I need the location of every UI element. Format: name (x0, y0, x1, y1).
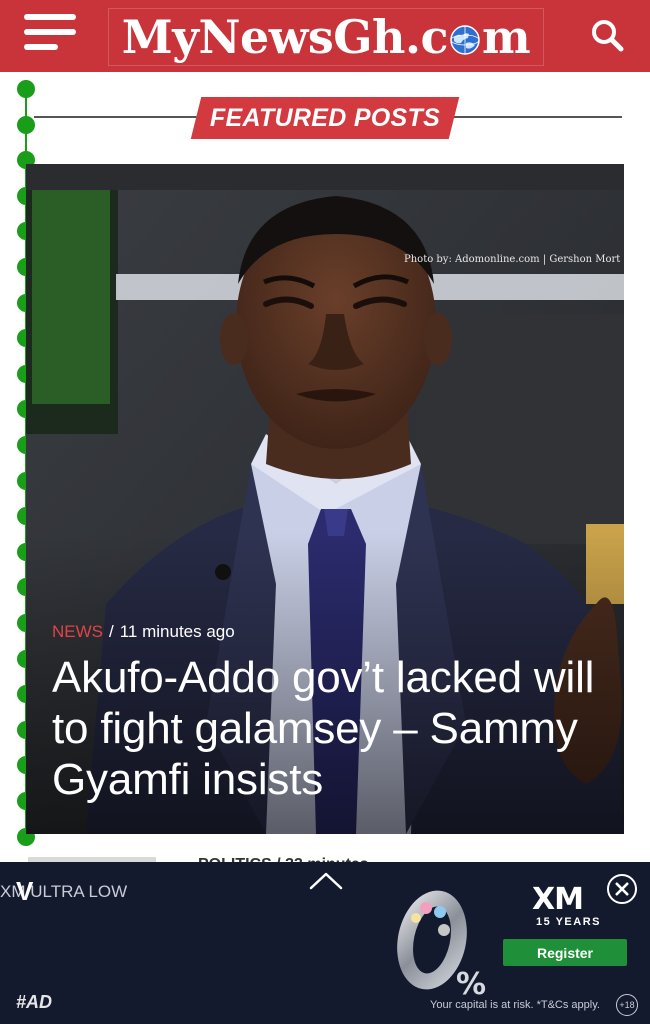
guide-dot (17, 80, 35, 98)
featured-posts-heading: FEATURED POSTS (209, 103, 441, 132)
site-header: MyNewsGh.c m (0, 0, 650, 72)
site-logo[interactable]: MyNewsGh.c m (108, 8, 544, 66)
logo-text-end: m (482, 10, 531, 64)
xm-logo: XM (532, 882, 584, 917)
age-badge: +18 (616, 994, 638, 1016)
ad-brand-initial: V (16, 876, 34, 906)
search-icon[interactable] (590, 18, 626, 54)
photo-credit: Photo by: Adomonline.com | Gershon Mort (404, 254, 621, 265)
post-time: 11 minutes ago (119, 622, 235, 641)
svg-text:%: % (456, 967, 486, 1000)
close-icon[interactable] (607, 874, 637, 904)
risk-disclaimer: Your capital is at risk. *T&Cs apply. (430, 999, 600, 1011)
featured-post-card[interactable]: Photo by: Adomonline.com | Gershon Mort … (26, 164, 624, 834)
post-meta: NEWS / 11 minutes ago (52, 622, 235, 642)
logo-text-start: MyNewsGh.c (121, 10, 449, 64)
post-category-link[interactable]: NEWS (52, 622, 103, 641)
menu-icon[interactable] (24, 14, 78, 56)
xm-years: 15 YEARS (536, 916, 601, 928)
zero-percent-graphic: % (397, 890, 486, 1000)
meta-separator: / (109, 622, 114, 641)
chevron-up-icon[interactable] (307, 868, 345, 894)
globe-icon (450, 25, 480, 55)
register-button[interactable]: Register (503, 939, 627, 966)
advertisement-banner[interactable]: XM ULTRA LOW V % XM 15 YEARS Register #A… (0, 862, 650, 1024)
age-value: 18 (624, 1000, 635, 1010)
guide-dot (17, 115, 35, 134)
ad-tag: #AD (16, 992, 53, 1012)
post-headline[interactable]: Akufo-Addo gov’t lacked will to fight ga… (52, 652, 612, 805)
